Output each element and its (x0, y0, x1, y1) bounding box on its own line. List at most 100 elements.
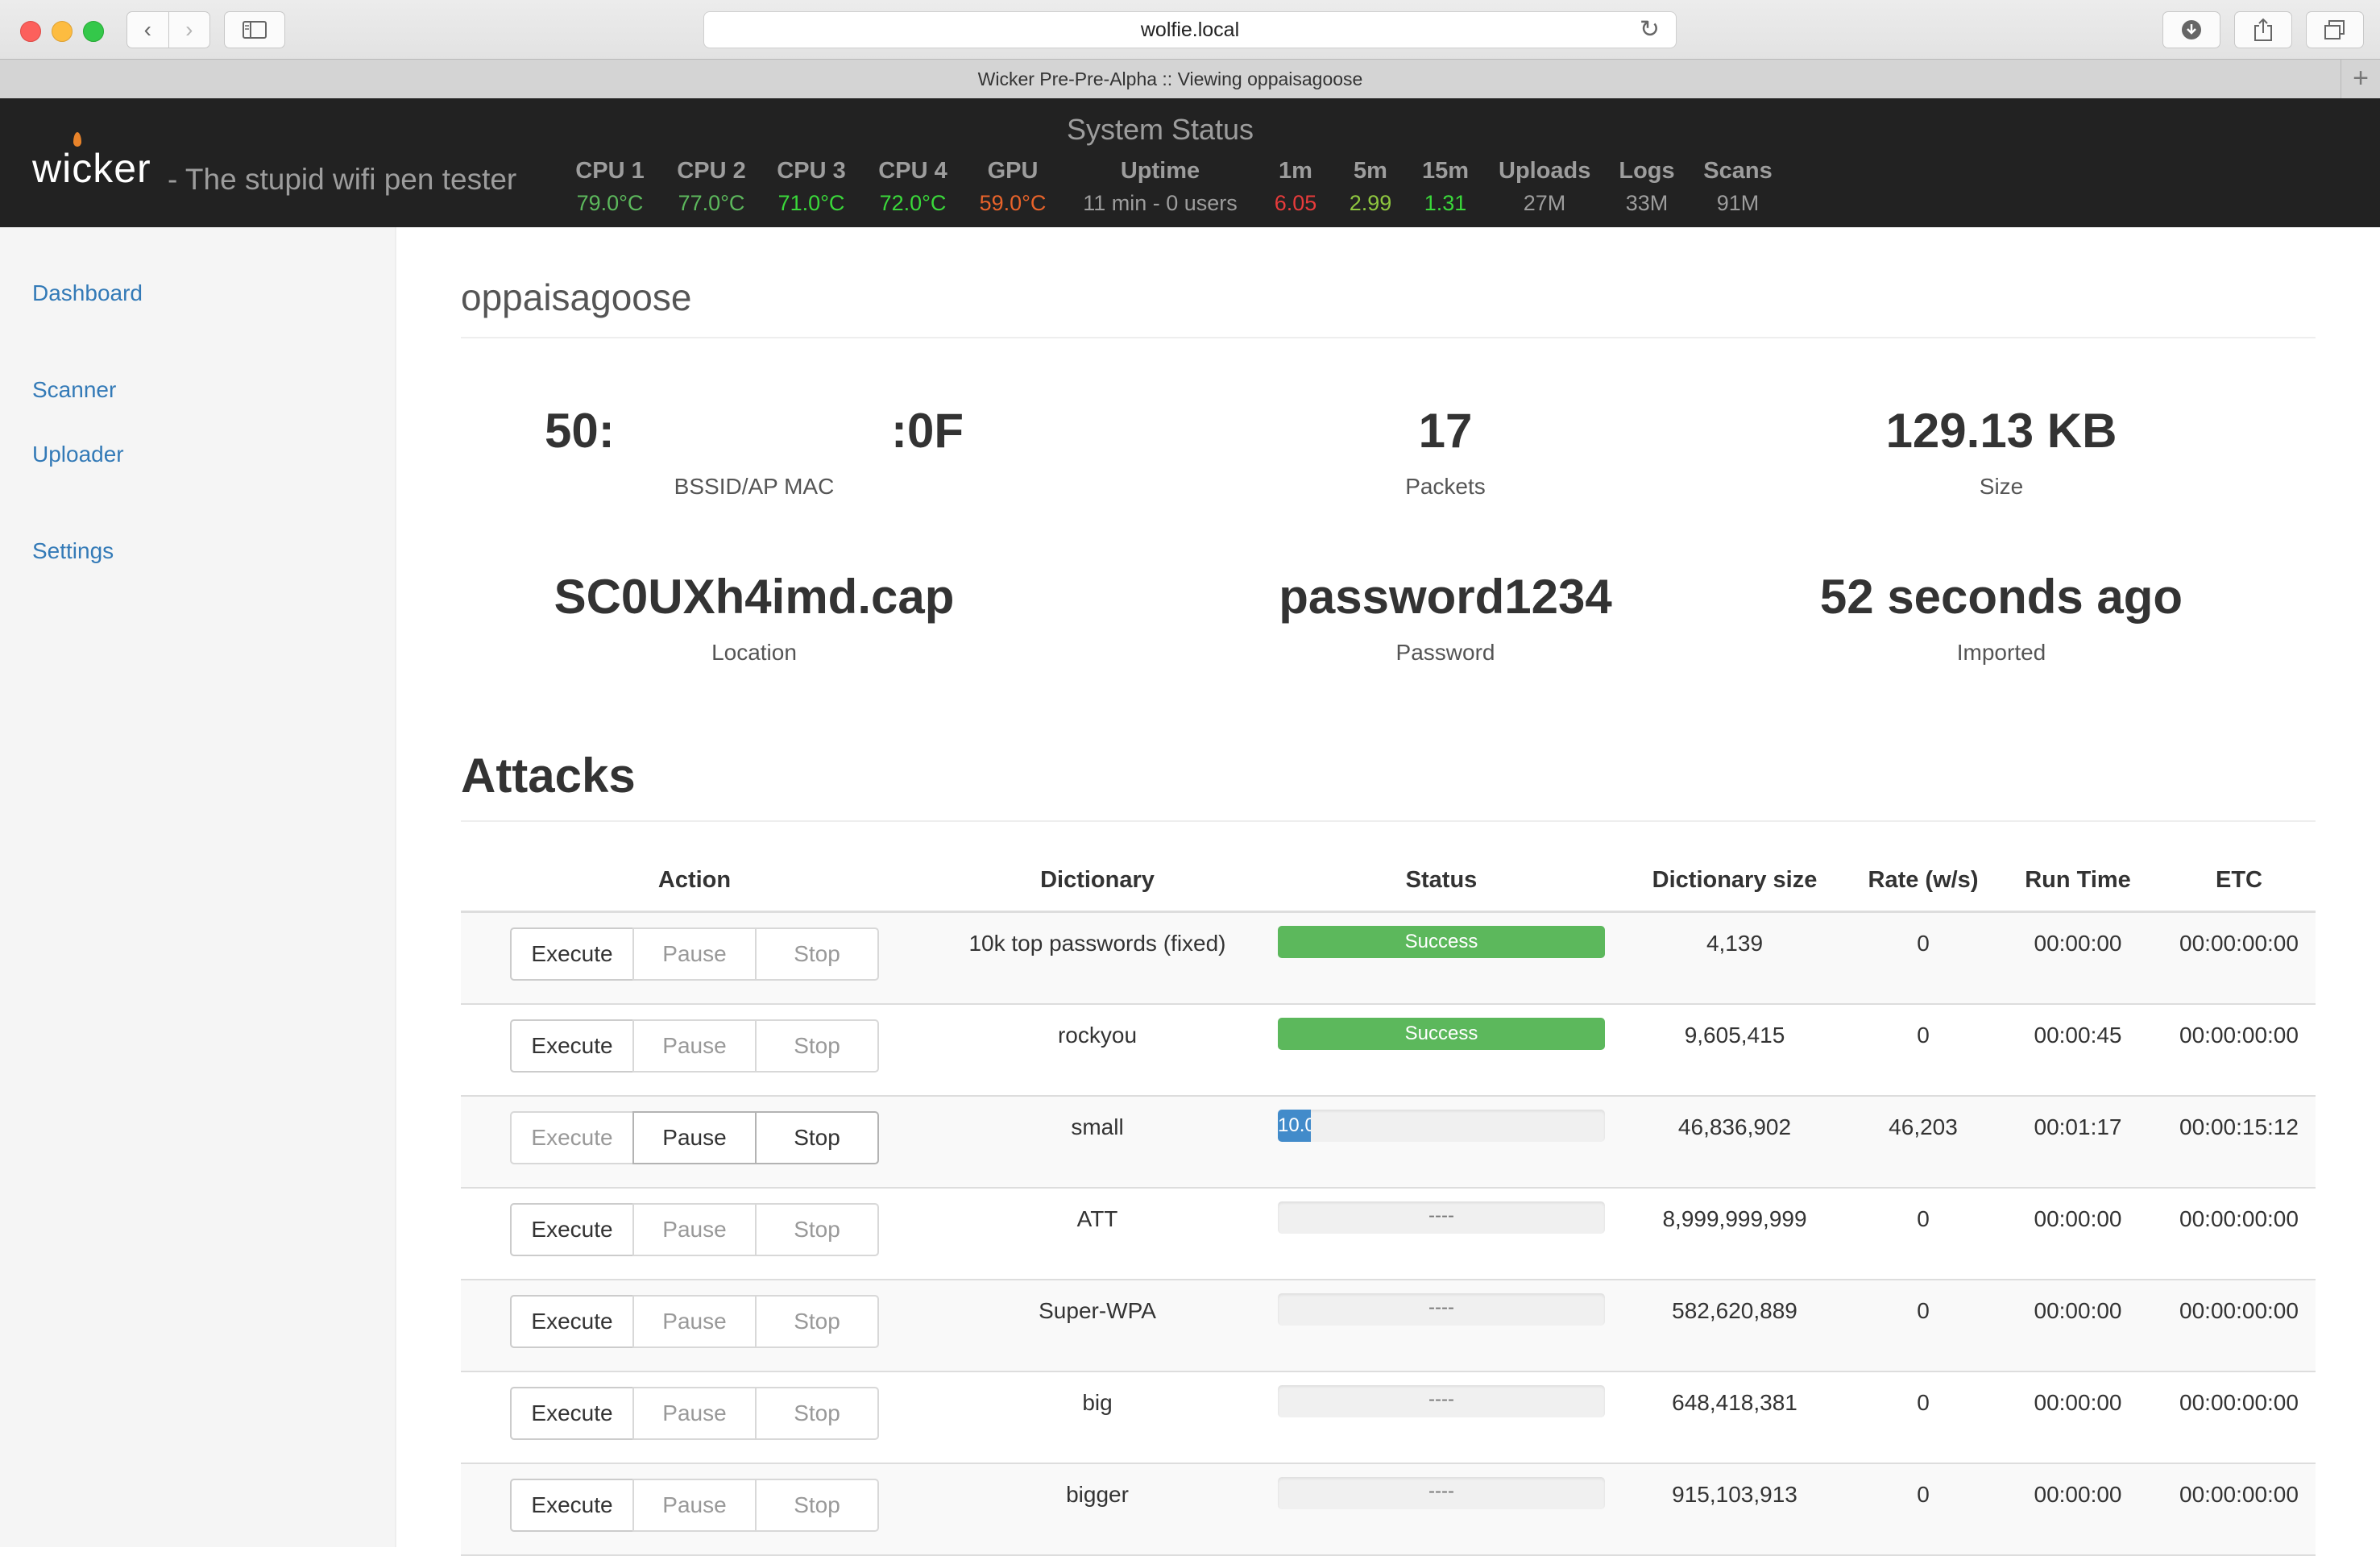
execute-button[interactable]: Execute (510, 1387, 634, 1440)
action-button-group: Execute Pause Stop (510, 1295, 879, 1348)
pause-button[interactable]: Pause (632, 1203, 757, 1256)
pause-button[interactable]: Pause (632, 1111, 757, 1164)
dictionary-cell: bigger (928, 1463, 1267, 1556)
sidebar-item-settings[interactable]: Settings (32, 538, 114, 564)
system-status-title: System Status (1066, 113, 1254, 146)
status-progress-bar: ---- (1278, 1477, 1605, 1509)
execute-button[interactable]: Execute (510, 1111, 634, 1164)
execute-button[interactable]: Execute (510, 1479, 634, 1532)
brand-name: wicker (32, 146, 151, 191)
dict-size-cell: 8,999,999,999 (1616, 1188, 1853, 1280)
stat-cpu2: CPU 2 77.0°C (675, 158, 748, 216)
tab-bar: Wicker Pre-Pre-Alpha :: Viewing oppaisag… (0, 59, 2380, 98)
location-value: SC0UXh4imd.cap (554, 570, 955, 624)
run-time: 00:00:45 (2034, 1023, 2122, 1048)
rate: 46,203 (1889, 1114, 1958, 1139)
etc-cell: 00:00:00:00 (2162, 1004, 2316, 1097)
tab-overview-button[interactable] (2306, 11, 2364, 48)
stat-label: 5m (1354, 158, 1387, 184)
sidebar-item-uploader[interactable]: Uploader (32, 442, 124, 467)
dictionary-cell: rockyou (928, 1004, 1267, 1097)
run-time: 00:01:17 (2034, 1114, 2122, 1139)
back-icon[interactable]: ‹ (127, 12, 168, 48)
stop-button[interactable]: Stop (755, 1019, 879, 1073)
zoom-window-button[interactable] (83, 21, 104, 42)
etc-cell: 00:00:15:12 (2162, 1096, 2316, 1189)
stop-button[interactable]: Stop (755, 1387, 879, 1440)
stop-button[interactable]: Stop (755, 1203, 879, 1256)
stat-label: 15m (1421, 158, 1470, 184)
status-progress-bar: ---- (1278, 1201, 1605, 1234)
bssid-label: BSSID/AP MAC (674, 474, 835, 499)
etc: 00:00:00:00 (2179, 1023, 2299, 1048)
execute-button[interactable]: Execute (510, 1019, 634, 1073)
close-window-button[interactable] (20, 21, 41, 42)
status-progress-bar: Success (1278, 1018, 1605, 1050)
pause-button[interactable]: Pause (632, 1295, 757, 1348)
status-cell: ---- (1267, 1188, 1616, 1280)
dict-size: 648,418,381 (1672, 1390, 1797, 1415)
packets-label: Packets (1405, 474, 1486, 499)
address-bar[interactable]: wolfie.local ↻ (703, 11, 1677, 48)
etc-cell: 00:00:00:00 (2162, 911, 2316, 1005)
stat-scans: Scans 91M (1702, 158, 1774, 216)
stat-value: 91M (1716, 191, 1760, 215)
pause-button[interactable]: Pause (632, 1387, 757, 1440)
stat-label: Scans (1703, 158, 1773, 184)
stat-value: 71.0°C (777, 191, 845, 215)
status-cell: ---- (1267, 1371, 1616, 1464)
rate-cell: 0 (1853, 1004, 1993, 1097)
rate: 0 (1917, 1482, 1930, 1507)
downloads-button[interactable] (2162, 11, 2220, 48)
execute-button[interactable]: Execute (510, 1203, 634, 1256)
stat-label: CPU 4 (878, 158, 947, 184)
stat-cpu4: CPU 4 72.0°C (877, 158, 949, 216)
dictionary-cell: big (928, 1371, 1267, 1464)
forward-icon[interactable]: › (168, 12, 210, 48)
pause-button[interactable]: Pause (632, 927, 757, 981)
stat-uptime: Uptime 11 min - 0 users (1072, 158, 1249, 216)
size-label: Size (1979, 474, 2024, 499)
divider (461, 337, 2316, 338)
stop-button[interactable]: Stop (755, 1295, 879, 1348)
dictionary-name: small (1071, 1114, 1124, 1139)
new-tab-button[interactable]: + (2341, 60, 2380, 98)
minimize-window-button[interactable] (52, 21, 73, 42)
execute-button[interactable]: Execute (510, 1295, 634, 1348)
show-sidebar-button[interactable] (224, 11, 285, 48)
etc-cell: 00:00:00:00 (2162, 1463, 2316, 1556)
execute-button[interactable]: Execute (510, 927, 634, 981)
active-tab[interactable]: Wicker Pre-Pre-Alpha :: Viewing oppaisag… (0, 60, 2341, 98)
share-button[interactable] (2234, 11, 2292, 48)
password-value: password1234 (1279, 570, 1612, 624)
stat-value: 1.31 (1424, 191, 1467, 215)
rate: 0 (1917, 1206, 1930, 1231)
table-row: Execute Pause Stop 10k top passwords (fi… (461, 911, 2316, 1005)
address-text: wolfie.local (1140, 19, 1240, 41)
stop-button[interactable]: Stop (755, 1479, 879, 1532)
table-row: Execute Pause Stop ATT ---- 8,999,999,99… (461, 1188, 2316, 1280)
sidebar-item-scanner[interactable]: Scanner (32, 377, 116, 403)
dictionary-cell: small (928, 1096, 1267, 1189)
column-header: Run Time (1993, 849, 2162, 913)
stop-button[interactable]: Stop (755, 927, 879, 981)
status-cell: Success (1267, 911, 1616, 1005)
pause-button[interactable]: Pause (632, 1019, 757, 1073)
dictionary-name: ATT (1076, 1206, 1118, 1231)
etc-cell: 00:00:00:00 (2162, 1371, 2316, 1464)
table-row: Execute Pause Stop big ---- 648,418,381 … (461, 1371, 2316, 1464)
column-header: Dictionary size (1616, 849, 1853, 913)
etc-cell: 00:00:00:00 (2162, 1188, 2316, 1280)
dict-size: 9,605,415 (1684, 1023, 1785, 1048)
dict-size-cell: 648,418,381 (1616, 1371, 1853, 1464)
table-header-row: Action Dictionary Status Dictionary size… (461, 849, 2316, 913)
sidebar-item-dashboard[interactable]: Dashboard (32, 280, 143, 306)
status-progress-bar: ---- (1278, 1385, 1605, 1417)
column-header: Status (1267, 849, 1616, 913)
dict-size: 582,620,889 (1672, 1298, 1797, 1323)
dict-size-cell: 915,103,913 (1616, 1463, 1853, 1556)
reload-icon[interactable]: ↻ (1640, 12, 1660, 48)
pause-button[interactable]: Pause (632, 1479, 757, 1532)
brand-logo[interactable]: wicker (32, 132, 151, 192)
stop-button[interactable]: Stop (755, 1111, 879, 1164)
